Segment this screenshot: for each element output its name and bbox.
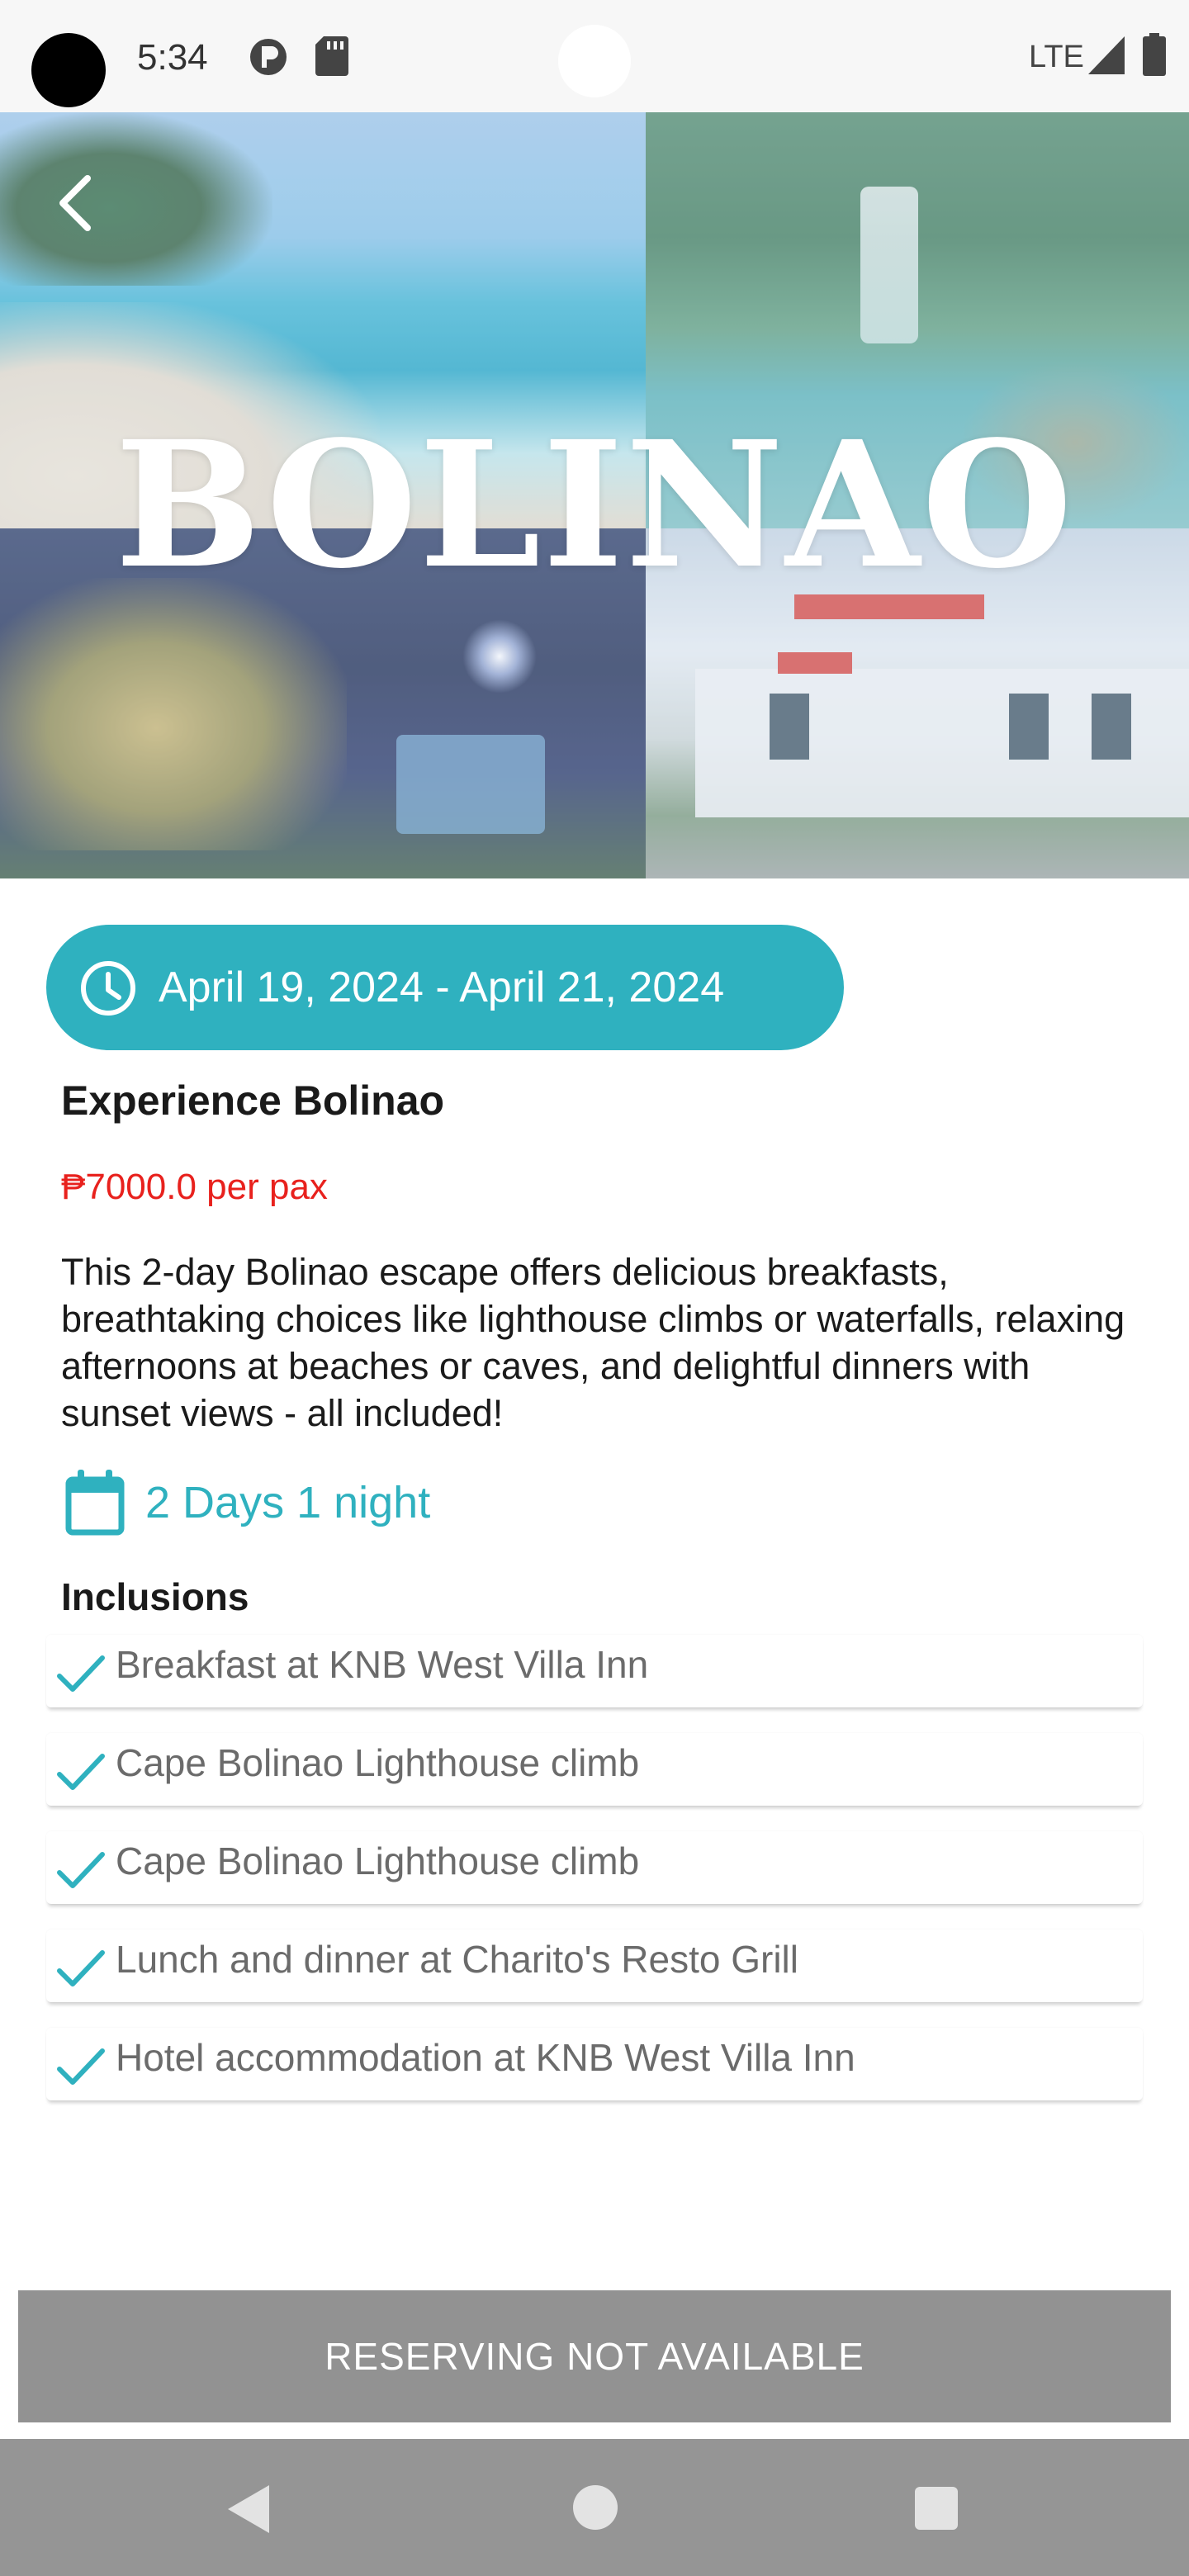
- clock-icon: [81, 961, 135, 1016]
- trip-detail-screen: 5:34 LTE BOLINAO April 19, 2024 - April …: [0, 0, 1189, 2576]
- check-icon: [57, 2048, 105, 2085]
- duration-text: 2 Days 1 night: [145, 1478, 431, 1527]
- inclusion-item: Lunch and dinner at Charito's Resto Gril…: [46, 1930, 1143, 2002]
- system-nav-bar: [0, 2439, 1189, 2576]
- date-range-text: April 19, 2024 - April 21, 2024: [159, 964, 725, 1011]
- check-icon: [57, 1950, 105, 1986]
- inclusion-text: Breakfast at KNB West Villa Inn: [116, 1643, 649, 1686]
- inclusions-list: Breakfast at KNB West Villa Inn Cape Bol…: [46, 1635, 1143, 2126]
- nav-recents-icon[interactable]: [915, 2487, 958, 2530]
- inclusion-item: Cape Bolinao Lighthouse climb: [46, 1733, 1143, 1806]
- back-arrow-icon[interactable]: [51, 170, 101, 236]
- date-range-pill: April 19, 2024 - April 21, 2024: [46, 925, 844, 1050]
- inclusions-heading: Inclusions: [61, 1575, 249, 1618]
- calendar-icon: [65, 1470, 125, 1536]
- signal-icon: [1088, 36, 1125, 74]
- front-sensor: [558, 25, 631, 97]
- hero-banner: BOLINAO: [0, 112, 1189, 878]
- inclusion-item: Breakfast at KNB West Villa Inn: [46, 1635, 1143, 1707]
- check-icon: [57, 1852, 105, 1888]
- inclusion-text: Lunch and dinner at Charito's Resto Gril…: [116, 1938, 798, 1981]
- inclusion-item: Cape Bolinao Lighthouse climb: [46, 1831, 1143, 1904]
- package-description: This 2-day Bolinao escape offers delicio…: [61, 1251, 1125, 1434]
- sd-card-icon: [315, 36, 348, 76]
- battery-icon: [1143, 33, 1166, 76]
- app-p-icon: [250, 39, 287, 75]
- hero-title: BOLINAO: [114, 403, 1075, 607]
- status-time: 5:34: [137, 37, 208, 78]
- package-title: Experience Bolinao: [61, 1077, 445, 1124]
- check-icon: [57, 1754, 105, 1790]
- package-price: ₱7000.0 per pax: [61, 1167, 328, 1207]
- status-bar: 5:34 LTE: [0, 0, 1189, 112]
- inclusion-text: Cape Bolinao Lighthouse climb: [116, 1741, 640, 1784]
- nav-back-icon[interactable]: [225, 2484, 271, 2535]
- camera-cutout: [31, 33, 106, 107]
- nav-home-icon[interactable]: [573, 2485, 618, 2530]
- inclusion-text: Hotel accommodation at KNB West Villa In…: [116, 2036, 855, 2079]
- reserve-button[interactable]: RESERVING NOT AVAILABLE: [18, 2290, 1171, 2422]
- inclusion-item: Hotel accommodation at KNB West Villa In…: [46, 2028, 1143, 2100]
- network-type: LTE: [1029, 40, 1084, 74]
- inclusion-text: Cape Bolinao Lighthouse climb: [116, 1840, 640, 1882]
- duration-row: 2 Days 1 night: [61, 1470, 722, 1536]
- check-icon: [57, 1655, 105, 1692]
